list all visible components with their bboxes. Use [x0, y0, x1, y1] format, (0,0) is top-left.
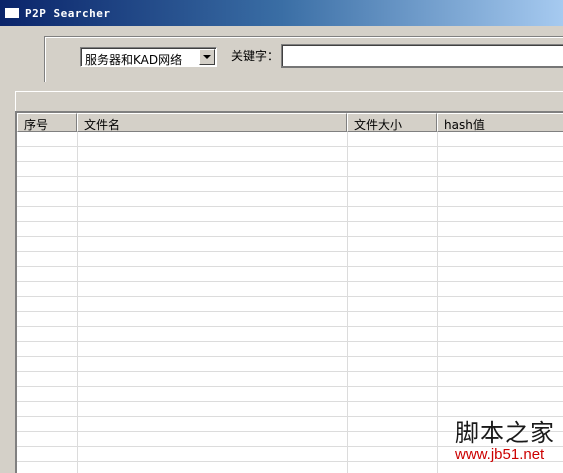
window-frame — [0, 26, 4, 473]
title-bar[interactable]: P2P Searcher — [0, 0, 563, 26]
column-header-hash[interactable]: hash值 — [437, 113, 563, 132]
results-tab-strip — [15, 91, 563, 111]
source-select-value: 服务器和KAD网络 — [85, 53, 183, 67]
chevron-down-icon[interactable] — [199, 49, 215, 65]
watermark-url: www.jb51.net — [455, 446, 545, 463]
watermark-text: 脚本之家 — [455, 419, 555, 447]
keyword-label: 关键字： — [231, 49, 280, 63]
watermark: 脚本之家 www.jb51.net — [455, 420, 555, 464]
column-divider — [77, 132, 78, 473]
keyword-input[interactable] — [281, 44, 563, 68]
window-icon — [5, 8, 19, 18]
column-header-filesize[interactable]: 文件大小 — [347, 113, 437, 132]
source-select[interactable]: 服务器和KAD网络 — [80, 47, 217, 67]
column-divider — [347, 132, 348, 473]
column-divider — [437, 132, 438, 473]
table-header: 序号 文件名 文件大小 hash值 — [17, 113, 563, 132]
window-title: P2P Searcher — [25, 7, 111, 20]
column-header-index[interactable]: 序号 — [17, 113, 77, 132]
column-header-filename[interactable]: 文件名 — [77, 113, 347, 132]
